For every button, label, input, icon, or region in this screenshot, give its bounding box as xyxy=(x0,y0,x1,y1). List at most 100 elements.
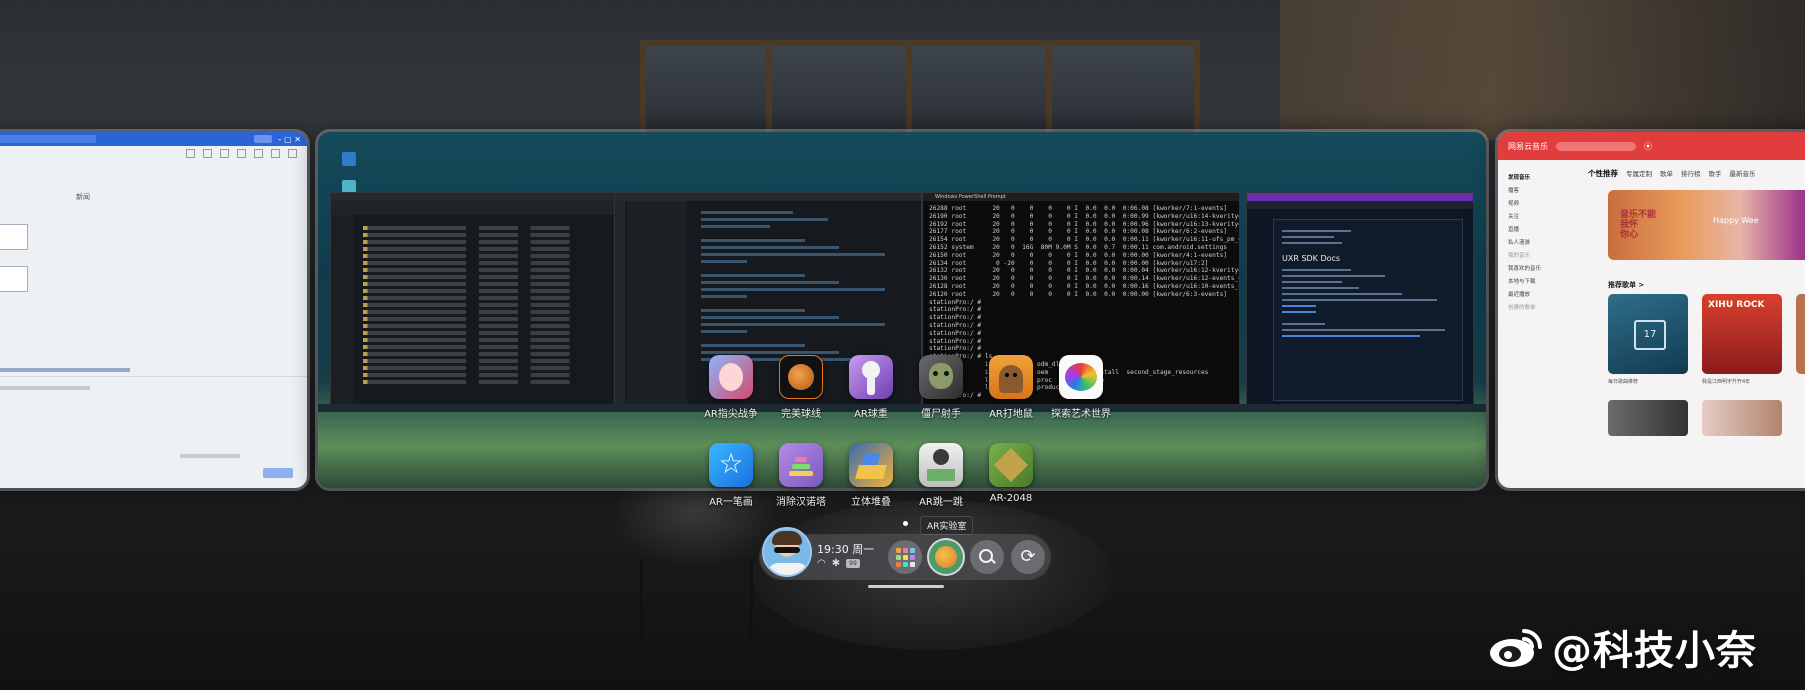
file-explorer-window[interactable] xyxy=(330,192,628,406)
app-ar-fingertip-war[interactable]: AR指尖战争 xyxy=(696,355,766,420)
window-card-left[interactable]: – ▢ ✕ 新闻 xyxy=(0,132,307,488)
playlist-tile[interactable]: 17 xyxy=(1608,294,1688,374)
refresh-icon: ⟳ xyxy=(1020,546,1036,567)
left-window-titlebar[interactable]: – ▢ ✕ xyxy=(0,132,307,146)
divider xyxy=(0,376,307,377)
toolbar-icon[interactable] xyxy=(237,149,246,158)
music-sidebar-item[interactable]: 创建的歌单 xyxy=(1508,303,1568,311)
app-perfect-ball[interactable]: 完美球线 xyxy=(766,355,836,420)
toolbar-icon[interactable] xyxy=(254,149,263,158)
watermark-text: @科技小奈 xyxy=(1552,628,1757,674)
calendar-icon: 17 xyxy=(1634,320,1666,350)
window-card-right[interactable]: 网易云音乐 ⦿ 发现音乐 播客 视频 关注 直播 私人漫游 我的音乐 我喜欢的音… xyxy=(1498,132,1805,488)
music-sidebar-item[interactable]: 视频 xyxy=(1508,199,1568,207)
app-label: 完美球线 xyxy=(781,409,821,420)
music-banner[interactable]: 音乐不能 我怀 你心 Happy Wee xyxy=(1608,190,1805,260)
left-window-link-row[interactable] xyxy=(0,368,130,372)
browser-window[interactable]: UXR SDK Docs xyxy=(1246,192,1474,406)
left-window-button[interactable] xyxy=(253,135,272,143)
app-label: AR打地鼠 xyxy=(989,409,1033,420)
wifi-icon: ◠ xyxy=(817,558,826,569)
app-label: 消除汉诺塔 xyxy=(776,497,826,508)
left-window-controls-icon[interactable]: – ▢ ✕ xyxy=(278,135,301,144)
music-section-title[interactable]: 推荐歌单 > xyxy=(1608,280,1644,290)
left-window-input[interactable] xyxy=(0,266,28,292)
music-sidebar-item[interactable]: 私人漫游 xyxy=(1508,238,1568,246)
music-tab[interactable]: 专属定制 xyxy=(1626,168,1652,179)
playlist-tile[interactable] xyxy=(1702,400,1782,436)
clock-text: 19:30 周一 xyxy=(817,543,875,556)
app-grid-icon xyxy=(895,547,915,567)
app-hanoi[interactable]: 消除汉诺塔 xyxy=(766,443,836,508)
user-avatar[interactable] xyxy=(762,527,812,577)
left-window-center-label: 新闻 xyxy=(76,193,90,201)
app-label: AR球重 xyxy=(854,409,888,420)
music-tab[interactable]: 歌单 xyxy=(1660,168,1673,179)
playlist-tile[interactable] xyxy=(1608,400,1688,436)
app-ar-whack-a-mole[interactable]: AR打地鼠 xyxy=(976,355,1046,420)
playlist-caption: 我是江西明宇升开4年 xyxy=(1702,379,1751,385)
app-ar-bowling[interactable]: AR球重 xyxy=(836,355,906,420)
toolbar-icon[interactable] xyxy=(220,149,229,158)
window-card-main[interactable]: Windows PowerShell Prompt 26288 root 20 … xyxy=(318,132,1486,488)
app-ar-jump[interactable]: AR跳一跳 xyxy=(906,443,976,508)
music-search-input[interactable] xyxy=(1556,141,1636,151)
refresh-button[interactable]: ⟳ xyxy=(1011,540,1045,574)
page-indicator-dot[interactable] xyxy=(903,521,908,526)
app-3d-stacking[interactable]: 立体堆叠 xyxy=(836,443,906,508)
toolbar-icon[interactable] xyxy=(203,149,212,158)
basketball-icon xyxy=(779,355,823,399)
music-app-name: 网易云音乐 xyxy=(1508,141,1548,151)
music-sidebar-item[interactable]: 发现音乐 xyxy=(1508,173,1568,181)
playlist-badge: XIHU ROCK xyxy=(1708,300,1765,310)
playlist-caption: 每日歌曲推荐 xyxy=(1608,379,1639,385)
banner-text: 音乐不能 我怀 你心 xyxy=(1620,210,1657,240)
app-explore-art-world[interactable]: 探索艺术世界 xyxy=(1046,355,1116,420)
docs-heading: UXR SDK Docs xyxy=(1282,254,1341,263)
app-label: AR跳一跳 xyxy=(919,497,963,508)
zombie-icon xyxy=(919,355,963,399)
music-sidebar-item[interactable]: 播客 xyxy=(1508,186,1568,194)
room-window-background xyxy=(640,40,1200,140)
playlist-tile[interactable] xyxy=(1796,294,1805,374)
search-button[interactable] xyxy=(970,540,1004,574)
toolbar-icon[interactable] xyxy=(271,149,280,158)
music-sidebar-item[interactable]: 我喜欢的音乐 xyxy=(1508,264,1568,272)
left-window-confirm-button[interactable] xyxy=(263,468,293,478)
app-label: AR指尖战争 xyxy=(704,409,758,420)
app-ar-one-stroke[interactable]: ☆ AR一笔画 xyxy=(696,443,766,508)
toolbar-icon[interactable] xyxy=(186,149,195,158)
hanoi-icon xyxy=(779,443,823,487)
home-indicator[interactable] xyxy=(868,585,944,588)
desktop-icon[interactable] xyxy=(342,152,356,166)
music-tab[interactable]: 个性推荐 xyxy=(1588,168,1618,179)
music-sidebar-item[interactable]: 关注 xyxy=(1508,212,1568,220)
bowling-icon xyxy=(849,355,893,399)
fighting-game-icon xyxy=(709,355,753,399)
jump-icon xyxy=(919,443,963,487)
app-label: 探索艺术世界 xyxy=(1051,409,1111,420)
bluetooth-icon: ✱ xyxy=(831,558,841,569)
app-grid-button[interactable] xyxy=(888,540,922,574)
music-tab[interactable]: 排行榜 xyxy=(1681,168,1701,179)
music-titlebar[interactable]: 网易云音乐 ⦿ xyxy=(1498,132,1805,160)
ar-lab-icon xyxy=(935,546,957,568)
music-sidebar-item[interactable]: 最近播放 xyxy=(1508,290,1568,298)
music-tabs: 个性推荐 专属定制 歌单 排行榜 歌手 最新音乐 xyxy=(1588,168,1756,179)
left-window-input[interactable] xyxy=(0,224,28,250)
music-tab[interactable]: 最新音乐 xyxy=(1730,168,1756,179)
search-icon xyxy=(979,549,996,565)
microphone-icon[interactable]: ⦿ xyxy=(1644,141,1652,152)
music-sidebar-item[interactable]: 本地与下载 xyxy=(1508,277,1568,285)
playlist-tile[interactable]: XIHU ROCK xyxy=(1702,294,1782,374)
music-tab[interactable]: 歌手 xyxy=(1709,168,1722,179)
app-zombie-shooter[interactable]: 僵尸射手 xyxy=(906,355,976,420)
ar-lab-button[interactable] xyxy=(929,540,963,574)
art-lion-icon xyxy=(1059,355,1103,399)
tooltip-ar-lab: AR实验室 xyxy=(920,516,974,535)
left-window-search[interactable] xyxy=(0,135,96,143)
toolbar-icon[interactable] xyxy=(288,149,297,158)
status-icons: ◠ ✱ 99 xyxy=(817,558,860,569)
music-sidebar-item[interactable]: 直播 xyxy=(1508,225,1568,233)
app-ar-2048[interactable]: AR-2048 xyxy=(976,443,1046,504)
